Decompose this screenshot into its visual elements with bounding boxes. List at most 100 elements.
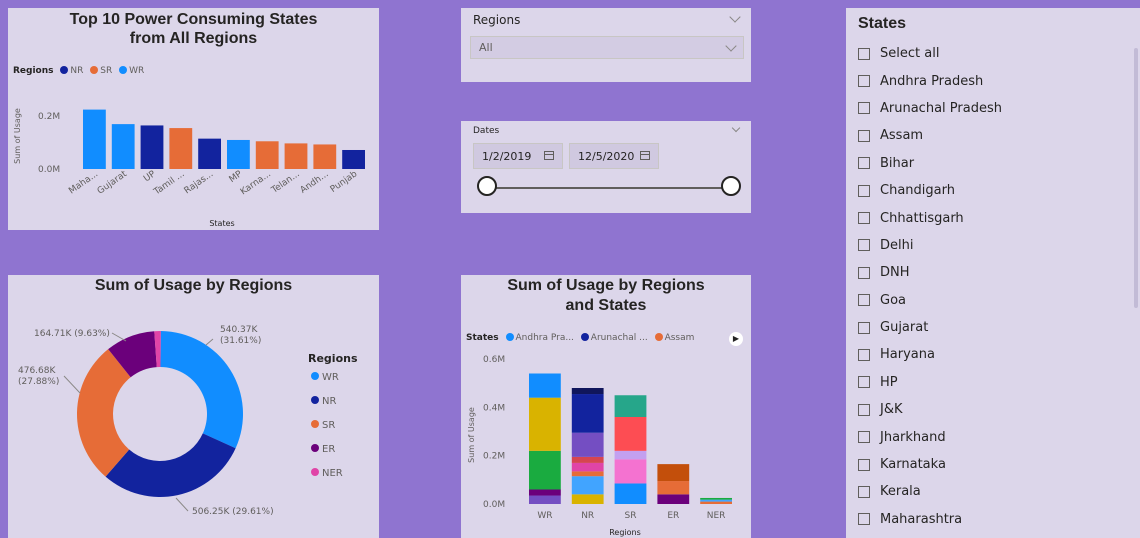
- state-option[interactable]: Haryana: [858, 341, 1002, 368]
- state-option[interactable]: Maharashtra: [858, 506, 1002, 533]
- state-option[interactable]: Chandigarh: [858, 177, 1002, 204]
- start-date-input[interactable]: 1/2/2019: [473, 143, 563, 169]
- stack-segment: [700, 501, 732, 504]
- state-option-label: Karnataka: [880, 457, 946, 473]
- checkbox-icon[interactable]: [858, 184, 870, 197]
- checkbox-icon[interactable]: [858, 376, 870, 389]
- end-date-handle[interactable]: [721, 176, 741, 196]
- state-option-label: Select all: [880, 46, 940, 62]
- state-option[interactable]: Select all: [858, 40, 1002, 67]
- dropdown-chevron-icon: [725, 40, 737, 52]
- donut-value-label: 506.25K (29.61%): [192, 507, 274, 517]
- checkbox-icon[interactable]: [858, 485, 870, 498]
- x-tick-label: WR: [537, 511, 552, 521]
- checkbox-icon[interactable]: [858, 513, 870, 526]
- donut-chart: 540.37K(31.61%) 506.25K (29.61%) 476.68K(2…: [18, 325, 343, 517]
- chevron-down-icon[interactable]: [731, 123, 741, 133]
- state-option[interactable]: Bihar: [858, 150, 1002, 177]
- state-option-label: Maharashtra: [880, 511, 963, 527]
- regions-slicer-label: Regions: [473, 13, 521, 27]
- regions-dropdown[interactable]: All: [470, 36, 744, 59]
- state-option[interactable]: Assam: [858, 122, 1002, 149]
- checkbox-icon[interactable]: [858, 75, 870, 88]
- checkbox-icon[interactable]: [858, 321, 870, 334]
- stack-segment: [529, 495, 561, 504]
- state-option[interactable]: HP: [858, 369, 1002, 396]
- stack-segment: [571, 462, 604, 472]
- chevron-down-icon[interactable]: [729, 11, 741, 23]
- donut-value-label: (31.61%): [220, 336, 261, 346]
- bar: [227, 139, 250, 169]
- donut-legend-item: WR: [322, 372, 339, 383]
- regions-dropdown-value: All: [479, 41, 493, 54]
- donut-slice: [105, 433, 236, 497]
- top10-bar-chart: Sum of Usage 0.0M 0.2M Maha...Gujarat UPTami…: [13, 108, 365, 228]
- checkbox-icon[interactable]: [858, 212, 870, 225]
- y-axis-label: Sum of Usage: [13, 108, 22, 164]
- checkbox-icon[interactable]: [858, 458, 870, 471]
- dates-slicer-label: Dates: [473, 126, 500, 136]
- states-list: Select all Andhra Pradesh Arunachal Prades…: [858, 40, 1002, 533]
- x-tick-label: Tamil ...: [152, 169, 187, 198]
- state-option[interactable]: Karnataka: [858, 451, 1002, 478]
- state-option[interactable]: DNH: [858, 259, 1002, 286]
- stack-segment: [571, 471, 604, 477]
- calendar-icon[interactable]: [544, 151, 554, 160]
- state-option-label: Chandigarh: [880, 183, 955, 199]
- donut-legend-item: ER: [322, 444, 335, 455]
- state-option[interactable]: Kerala: [858, 478, 1002, 505]
- stack-segment: [614, 459, 647, 484]
- bar: [313, 144, 337, 169]
- state-option[interactable]: Delhi: [858, 232, 1002, 259]
- usage-by-regions-states-card[interactable]: Sum of Usage by Regions and States State…: [461, 275, 751, 538]
- state-option-label: Bihar: [880, 155, 915, 171]
- bar: [140, 125, 164, 169]
- start-date-handle[interactable]: [477, 176, 497, 196]
- bar: [342, 149, 365, 169]
- state-option-label: Assam: [880, 128, 924, 144]
- checkbox-icon[interactable]: [858, 129, 870, 142]
- legend-dot: [311, 420, 319, 428]
- checkbox-icon[interactable]: [858, 47, 870, 60]
- states-scrollbar[interactable]: [1134, 48, 1138, 308]
- stack-segment: [657, 494, 690, 504]
- calendar-icon[interactable]: [640, 151, 650, 160]
- state-option[interactable]: Arunachal Pradesh: [858, 95, 1002, 122]
- state-option[interactable]: Andhra Pradesh: [858, 67, 1002, 94]
- state-option[interactable]: Chhattisgarh: [858, 204, 1002, 231]
- stack-segment: [571, 456, 604, 463]
- checkbox-icon[interactable]: [858, 157, 870, 170]
- date-range-track[interactable]: [488, 187, 732, 189]
- checkbox-icon[interactable]: [858, 403, 870, 416]
- stack-segment: [614, 450, 647, 460]
- y-axis-label: Sum of Usage: [467, 407, 476, 463]
- checkbox-icon[interactable]: [858, 348, 870, 361]
- usage-by-regions-card[interactable]: Sum of Usage by Regions Regions 540.37K(…: [8, 275, 379, 538]
- checkbox-icon[interactable]: [858, 431, 870, 444]
- state-option[interactable]: Jharkhand: [858, 423, 1002, 450]
- x-tick-label: Maha...: [67, 169, 100, 196]
- donut-value-label: 164.71K (9.63%): [34, 329, 110, 339]
- state-option[interactable]: J&K: [858, 396, 1002, 423]
- x-tick-label: Rajas...: [183, 169, 216, 196]
- donut-value-label: (27.88%): [18, 377, 59, 387]
- end-date-value: 12/5/2020: [578, 150, 635, 163]
- stack-segment: [571, 394, 604, 433]
- state-option[interactable]: Gujarat: [858, 314, 1002, 341]
- state-option[interactable]: Goa: [858, 287, 1002, 314]
- stack-segment: [614, 417, 647, 451]
- x-tick-label: Telan...: [269, 169, 302, 196]
- leader-line: [205, 338, 214, 346]
- end-date-input[interactable]: 12/5/2020: [569, 143, 659, 169]
- dates-slicer: Dates 1/2/2019 12/5/2020: [461, 121, 751, 213]
- checkbox-icon[interactable]: [858, 294, 870, 307]
- stack-segment: [529, 450, 561, 490]
- stacked-bar-chart: Sum of Usage 0.0M 0.2M 0.4M 0.6M WR NR SR ER NER R…: [467, 355, 732, 537]
- checkbox-icon[interactable]: [858, 266, 870, 279]
- top10-states-card[interactable]: Top 10 Power Consuming States from All R…: [8, 8, 379, 230]
- stack-segment: [529, 397, 561, 451]
- checkbox-icon[interactable]: [858, 239, 870, 252]
- x-tick-label: Andh...: [299, 169, 331, 195]
- checkbox-icon[interactable]: [858, 102, 870, 115]
- states-slicer-title: States: [858, 15, 907, 32]
